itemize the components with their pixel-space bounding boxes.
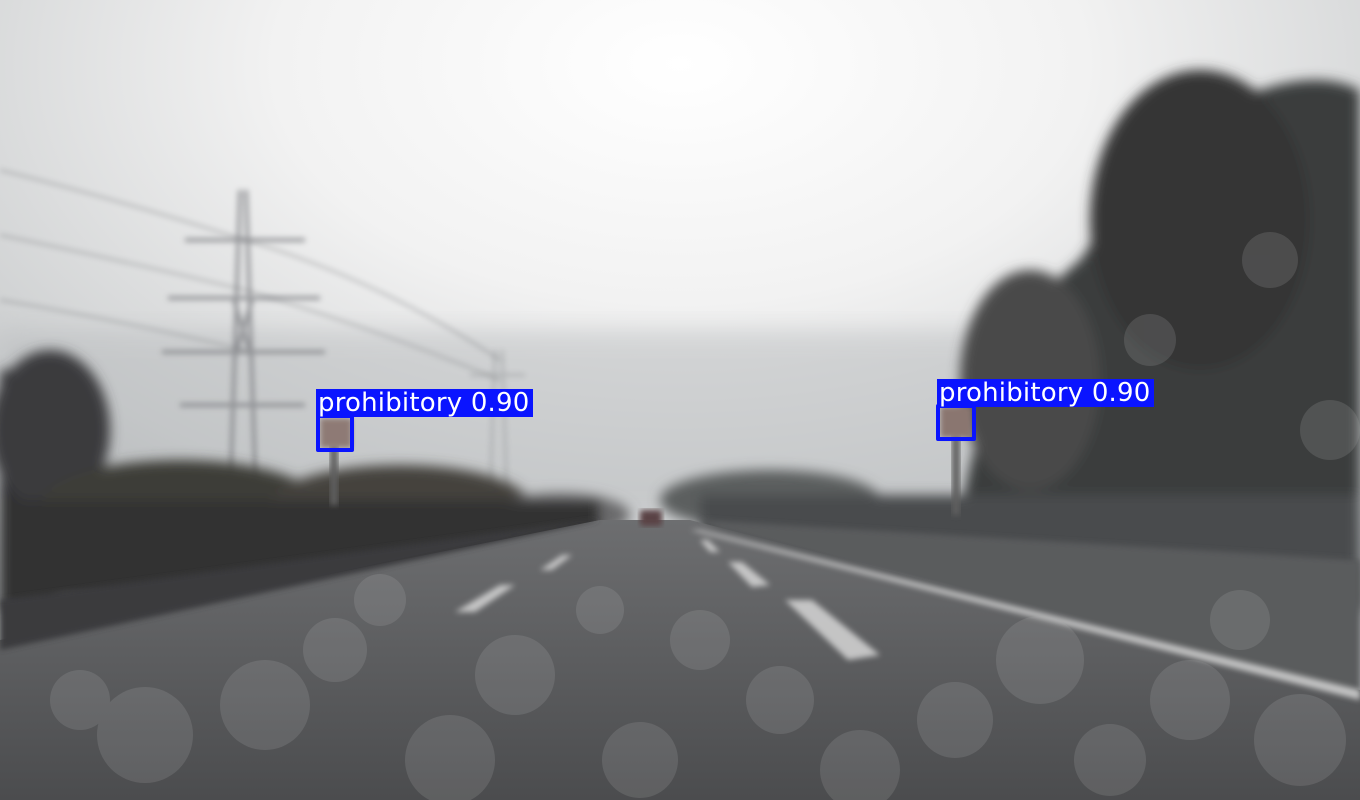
distant-car (640, 510, 662, 526)
detection-label-1: prohibitory 0.90 (316, 389, 533, 417)
detection-confidence-2: 0.90 (1091, 378, 1151, 408)
road-scene-image: prohibitory 0.90 prohibitory 0.90 (0, 0, 1360, 800)
detection-class-1: prohibitory (318, 388, 463, 418)
detection-box-1 (316, 414, 354, 452)
detection-box-2 (936, 404, 976, 441)
detection-label-2: prohibitory 0.90 (937, 379, 1154, 407)
detection-confidence-1: 0.90 (470, 388, 530, 418)
road-photo (0, 0, 1360, 800)
detection-class-2: prohibitory (939, 378, 1084, 408)
